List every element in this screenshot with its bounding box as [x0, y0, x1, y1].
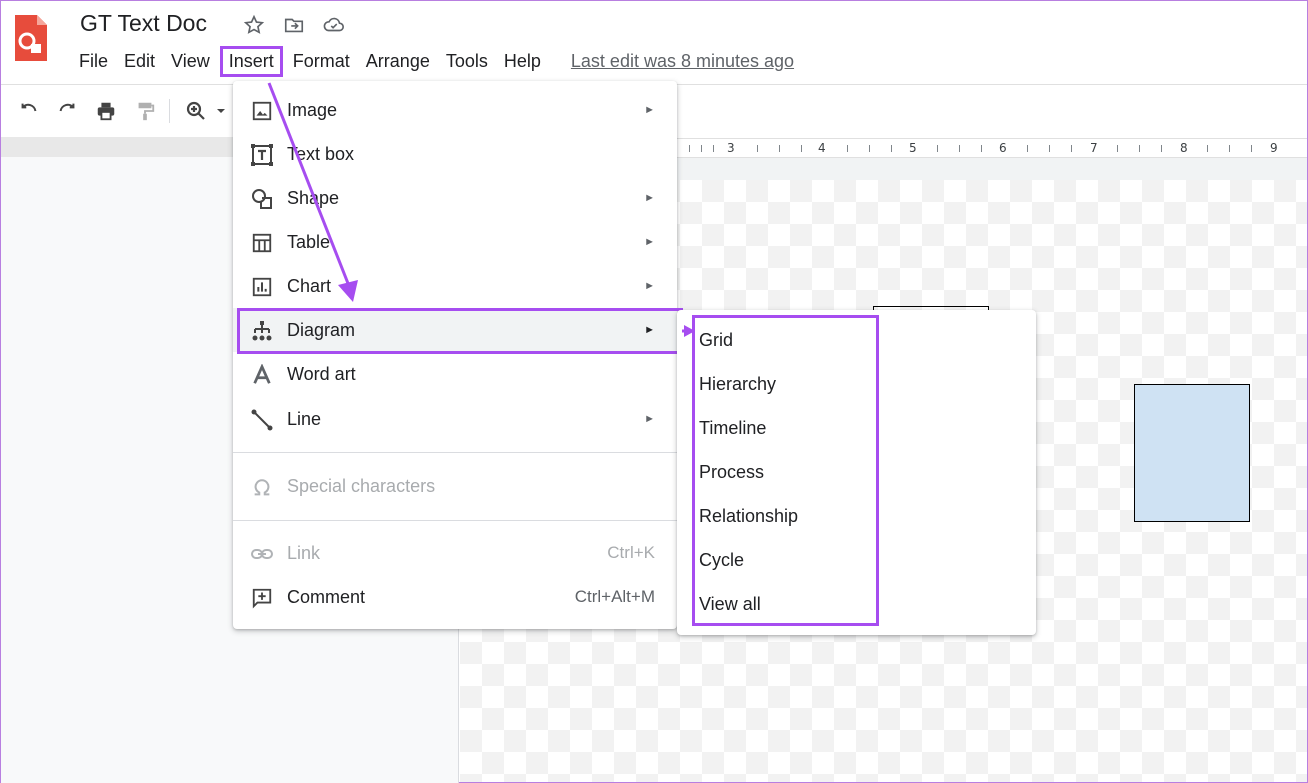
- comment-icon: [249, 585, 275, 611]
- menu-item-special-characters: Special characters: [233, 464, 677, 508]
- menu-item-chart[interactable]: Chart ►: [233, 264, 677, 308]
- menu-item-line[interactable]: Line ►: [233, 397, 677, 441]
- shortcut-label: Ctrl+K: [607, 543, 655, 562]
- link-icon: [249, 541, 275, 567]
- menu-item-label: Shape: [287, 187, 340, 208]
- ruler-label: 4: [818, 141, 826, 155]
- table-icon: [249, 230, 275, 256]
- shape-icon: [249, 186, 275, 212]
- menu-format[interactable]: Format: [285, 46, 358, 77]
- menu-item-label: Line: [287, 408, 322, 429]
- omega-icon: [249, 474, 275, 500]
- canvas-top-strip: [677, 158, 1307, 180]
- ruler-label: 6: [999, 141, 1007, 155]
- submenu-arrow-icon: ►: [644, 280, 655, 292]
- menu-help[interactable]: Help: [496, 46, 549, 77]
- menu-separator: [233, 520, 677, 521]
- menu-item-label: Special characters: [287, 475, 436, 496]
- submenu-arrow-icon: ►: [644, 104, 655, 116]
- menu-item-table[interactable]: Table ►: [233, 220, 677, 264]
- menu-file[interactable]: File: [71, 46, 116, 77]
- menu-item-label: Comment: [287, 586, 366, 607]
- word-art-icon: [249, 362, 275, 388]
- menu-bar: File Edit View Insert Format Arrange Too…: [71, 46, 794, 77]
- submenu-arrow-icon: ►: [644, 192, 655, 204]
- line-icon: [249, 407, 275, 433]
- undo-icon[interactable]: [15, 97, 43, 125]
- menu-item-label: Word art: [287, 363, 356, 384]
- ruler-label: 3: [727, 141, 735, 155]
- submenu-highlight-box: [692, 315, 879, 626]
- cloud-status-icon[interactable]: [321, 12, 347, 38]
- menu-item-link: Link Ctrl+K: [233, 531, 677, 575]
- dropdown-icon[interactable]: [213, 97, 229, 125]
- menu-view[interactable]: View: [163, 46, 218, 77]
- menu-item-image[interactable]: Image ►: [233, 88, 677, 132]
- last-edit-link[interactable]: Last edit was 8 minutes ago: [571, 46, 794, 77]
- star-icon[interactable]: [241, 12, 267, 38]
- menu-tools[interactable]: Tools: [438, 46, 496, 77]
- image-icon: [249, 98, 275, 124]
- shortcut-label: Ctrl+Alt+M: [574, 587, 655, 606]
- insert-menu: Image ► Text box Shape ► Table ► Chart ►…: [233, 81, 677, 629]
- horizontal-ruler[interactable]: 3 4 5 6 7 8 9: [677, 138, 1307, 158]
- chart-icon: [249, 274, 275, 300]
- menu-item-label: Image: [287, 99, 338, 120]
- paint-format-icon[interactable]: [131, 97, 159, 125]
- menu-edit[interactable]: Edit: [116, 46, 163, 77]
- ruler-label: 9: [1270, 141, 1278, 155]
- drawings-logo-icon[interactable]: [13, 13, 49, 63]
- menu-separator: [233, 452, 677, 453]
- menu-item-text-box[interactable]: Text box: [233, 132, 677, 176]
- menu-item-label: Chart: [287, 275, 332, 296]
- menu-item-label: Link: [287, 542, 321, 563]
- ruler-left-area: [1, 137, 233, 157]
- ruler-label: 7: [1090, 141, 1098, 155]
- ruler-label: 8: [1180, 141, 1188, 155]
- diagram-highlight-box: [237, 308, 683, 354]
- print-icon[interactable]: [92, 97, 120, 125]
- zoom-icon[interactable]: [182, 97, 210, 125]
- menu-insert[interactable]: Insert: [219, 46, 283, 77]
- menu-item-word-art[interactable]: Word art: [233, 352, 677, 396]
- menu-item-comment[interactable]: Comment Ctrl+Alt+M: [233, 575, 677, 619]
- ruler-label: 5: [909, 141, 917, 155]
- menu-item-shape[interactable]: Shape ►: [233, 176, 677, 220]
- toolbar-separator: [169, 99, 170, 123]
- submenu-arrow-icon: ►: [644, 413, 655, 425]
- menu-item-label: Table: [287, 231, 331, 252]
- document-title[interactable]: GT Text Doc: [80, 10, 207, 37]
- menu-item-label: Text box: [287, 143, 355, 164]
- canvas-shape-rectangle[interactable]: [1134, 384, 1250, 522]
- text-box-icon: [249, 142, 275, 168]
- submenu-arrow-icon: ►: [644, 236, 655, 248]
- redo-icon[interactable]: [53, 97, 81, 125]
- move-folder-icon[interactable]: [281, 12, 307, 38]
- menu-arrange[interactable]: Arrange: [358, 46, 438, 77]
